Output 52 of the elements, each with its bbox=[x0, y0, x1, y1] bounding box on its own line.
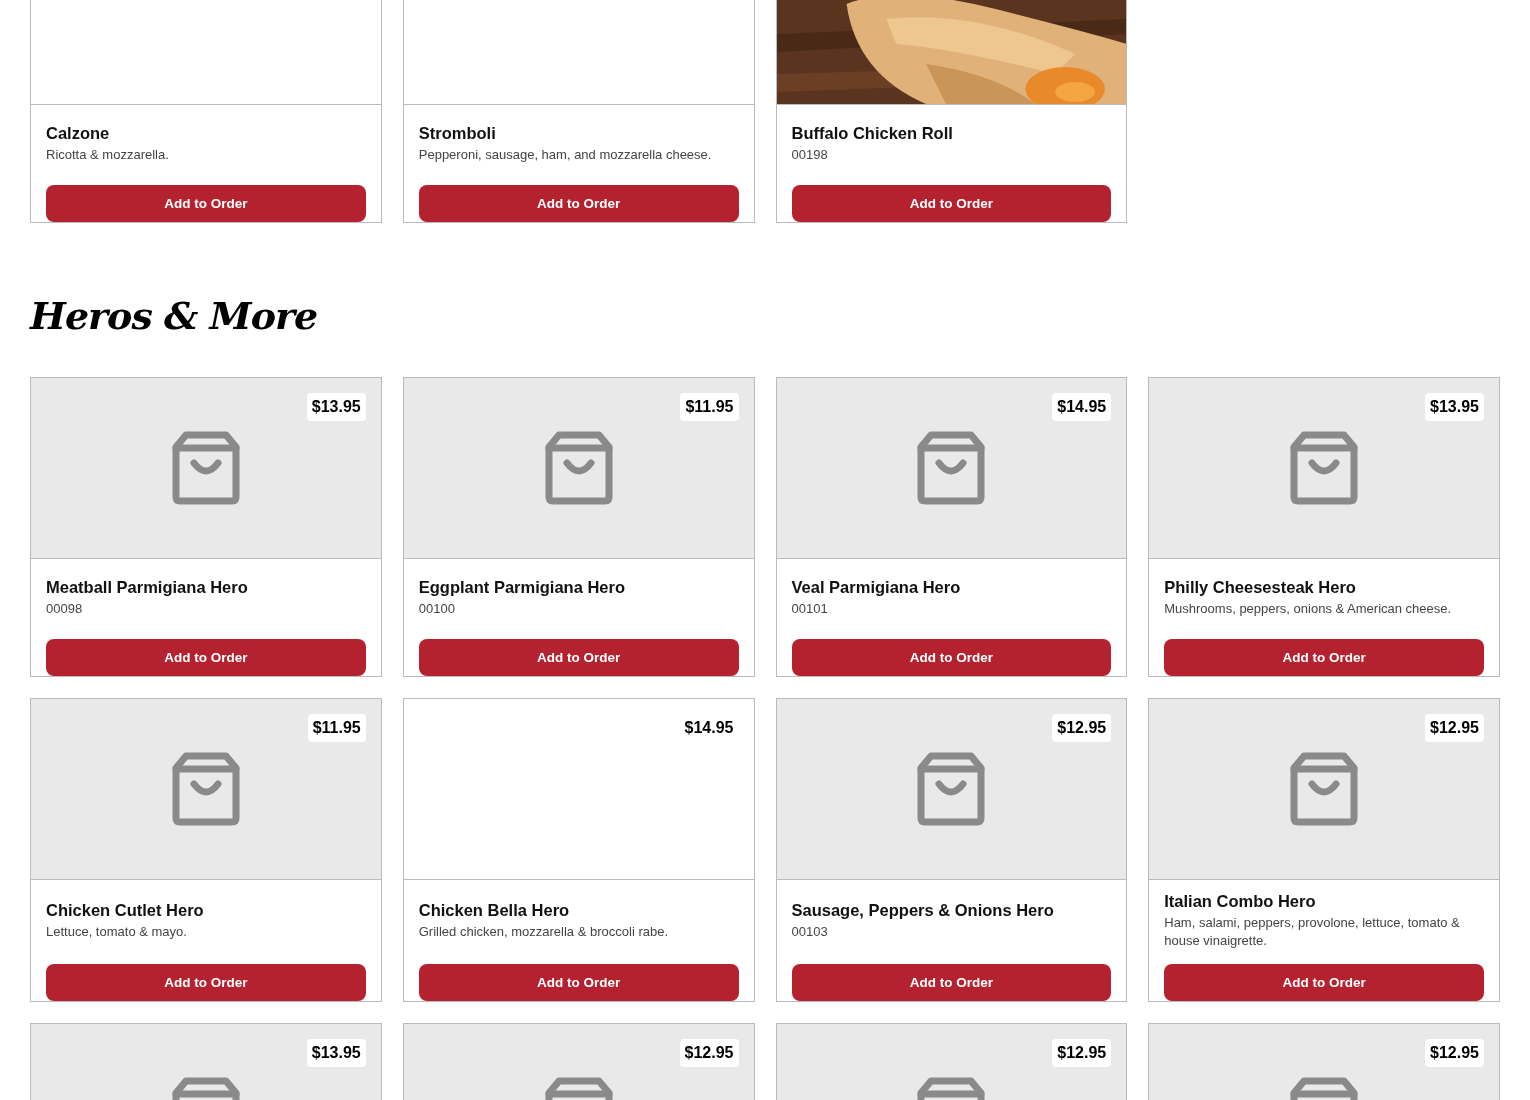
add-to-order-button[interactable]: Add to Order bbox=[791, 185, 1112, 222]
product-description: 00100 bbox=[418, 599, 456, 618]
product-name: Calzone bbox=[46, 124, 111, 143]
add-to-order-button[interactable]: Add to Order bbox=[46, 963, 366, 1001]
product-description: 00098 bbox=[46, 599, 84, 618]
product-description: Ricotta & mozzarella. bbox=[46, 146, 170, 164]
shopping-bag-icon bbox=[544, 430, 613, 505]
price-tag: $13.95 bbox=[1425, 392, 1484, 421]
product-description: 00103 bbox=[791, 922, 829, 941]
add-to-order-button[interactable]: Add to Order bbox=[791, 963, 1112, 1001]
product-name: Italian Combo Hero bbox=[1164, 891, 1317, 911]
product-name: Sausage, Peppers & Onions Hero bbox=[791, 900, 1055, 920]
shopping-bag-icon bbox=[171, 430, 240, 505]
product-name: Chicken Bella Hero bbox=[418, 900, 571, 920]
price-tag: $12.95 bbox=[1425, 713, 1484, 742]
product-name: Eggplant Parmigiana Hero bbox=[418, 577, 627, 597]
shopping-bag-icon bbox=[171, 751, 240, 826]
add-to-order-button[interactable]: Add to Order bbox=[1164, 638, 1484, 676]
price-tag: $12.95 bbox=[1052, 1038, 1112, 1067]
price-tag: $14.95 bbox=[1052, 392, 1112, 421]
price-tag: $12.95 bbox=[1425, 1038, 1484, 1067]
shopping-bag-icon bbox=[917, 430, 986, 505]
product-name: Meatball Parmigiana Hero bbox=[46, 577, 249, 597]
shopping-bag-icon bbox=[917, 751, 986, 826]
add-to-order-button[interactable]: Add to Order bbox=[418, 963, 739, 1001]
add-to-order-button[interactable]: Add to Order bbox=[1164, 963, 1484, 1001]
price-tag: $13.95 bbox=[306, 1038, 366, 1067]
price-tag: $13.95 bbox=[306, 392, 366, 421]
add-to-order-button[interactable]: Add to Order bbox=[418, 185, 739, 222]
section-heading: Heros & More bbox=[30, 293, 319, 339]
product-name: Chicken Cutlet Hero bbox=[46, 900, 205, 920]
product-description: Grilled chicken, mozzarella & broccoli rabe. bbox=[418, 922, 670, 941]
price-tag: $12.95 bbox=[1052, 713, 1112, 742]
product-name: Buffalo Chicken Roll bbox=[791, 124, 954, 143]
product-name: Stromboli bbox=[418, 124, 497, 143]
add-to-order-button[interactable]: Add to Order bbox=[791, 638, 1112, 676]
price-tag: $12.95 bbox=[679, 1038, 739, 1067]
product-description: Mushrooms, peppers, onions & American cheese. bbox=[1164, 599, 1453, 618]
add-to-order-button[interactable]: Add to Order bbox=[46, 638, 366, 676]
price-tag: $11.95 bbox=[307, 713, 366, 742]
product-description: 00198 bbox=[791, 146, 829, 164]
product-name: Philly Cheesesteak Hero bbox=[1164, 577, 1357, 597]
product-description: 00101 bbox=[791, 599, 829, 618]
price-tag: $11.95 bbox=[680, 392, 739, 421]
shopping-bag-icon bbox=[1290, 751, 1359, 826]
product-description: Ham, salami, peppers, provolone, lettuce, tomato & house vinaigrette. bbox=[1164, 913, 1461, 950]
add-to-order-button[interactable]: Add to Order bbox=[418, 638, 739, 676]
shopping-bag-icon bbox=[1290, 430, 1359, 505]
product-name: Veal Parmigiana Hero bbox=[791, 577, 962, 597]
add-to-order-button[interactable]: Add to Order bbox=[46, 185, 366, 222]
product-description: Pepperoni, sausage, ham, and mozzarella cheese. bbox=[418, 146, 713, 164]
product-description: Lettuce, tomato & mayo. bbox=[46, 922, 188, 941]
